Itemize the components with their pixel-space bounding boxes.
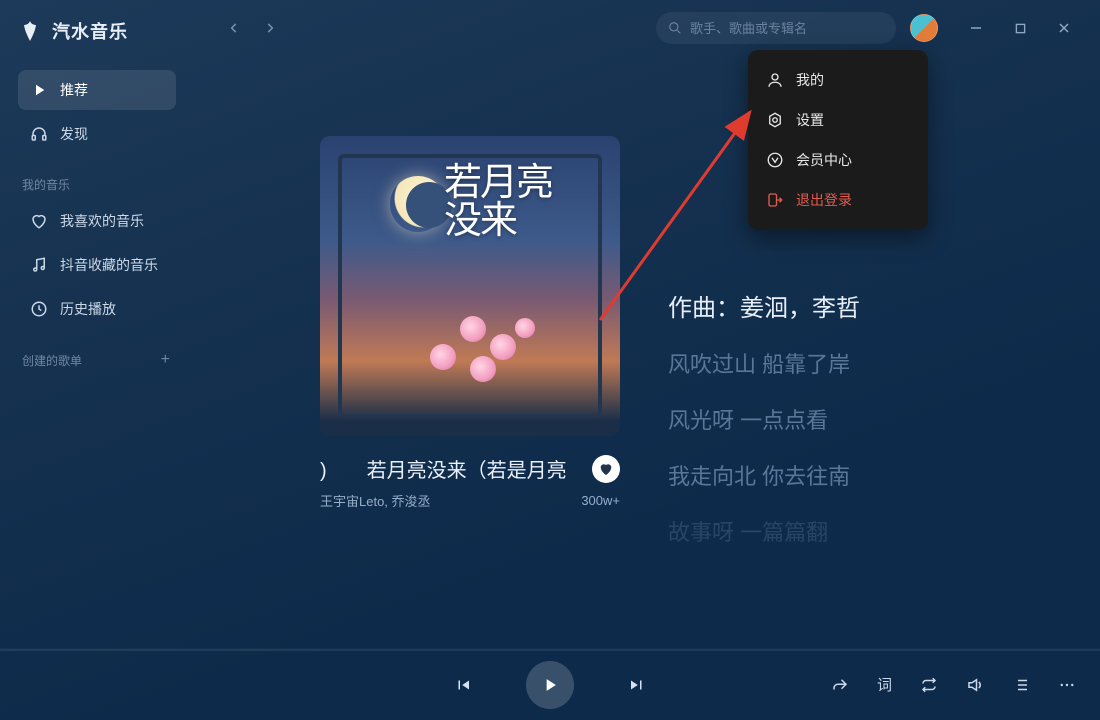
sidebar-item-label: 发现 — [60, 124, 88, 144]
lyric-line: 风吹过山 船靠了岸 — [668, 347, 1060, 379]
nav-back-button[interactable] — [220, 14, 248, 42]
gear-icon — [766, 111, 784, 129]
minimize-icon — [970, 22, 982, 34]
play-button[interactable] — [526, 661, 574, 709]
next-button[interactable] — [628, 676, 646, 694]
list-icon — [1012, 676, 1030, 694]
sidebar-section-playlists: 创建的歌单 + — [22, 351, 176, 369]
user-menu: 我的 设置 会员中心 退出登录 — [748, 50, 928, 230]
cover-title: 若月亮没来 — [444, 164, 574, 240]
menu-item-logout[interactable]: 退出登录 — [748, 180, 928, 220]
volume-icon — [966, 676, 984, 694]
create-playlist-button[interactable]: + — [161, 351, 170, 369]
music-note-icon — [30, 256, 48, 274]
volume-button[interactable] — [966, 676, 984, 694]
loop-button[interactable] — [920, 676, 938, 694]
vip-icon — [766, 151, 784, 169]
lyrics-toggle-button[interactable]: 词 — [877, 674, 892, 695]
search-input[interactable] — [690, 21, 884, 36]
sidebar: 汽水音乐 推荐 发现 我的音乐 我喜欢的音乐 抖音收藏的音乐 历史播放 创建的歌… — [0, 0, 190, 648]
menu-item-label: 退出登录 — [796, 190, 852, 210]
menu-item-vip[interactable]: 会员中心 — [748, 140, 928, 180]
player-bar: 词 — [0, 648, 1100, 720]
play-icon — [540, 675, 560, 695]
sidebar-item-recommend[interactable]: 推荐 — [18, 70, 176, 110]
menu-item-label: 我的 — [796, 70, 824, 90]
track-title: ) 若月亮没来（若是月亮 — [320, 454, 567, 483]
headphones-icon — [30, 125, 48, 143]
more-button[interactable] — [1058, 676, 1076, 694]
playlist-button[interactable] — [1012, 676, 1030, 694]
window-close-button[interactable] — [1044, 14, 1084, 42]
menu-item-label: 设置 — [796, 110, 824, 130]
lyric-line: 风光呀 一点点看 — [668, 403, 1060, 435]
sidebar-item-label: 我喜欢的音乐 — [60, 211, 144, 231]
logout-icon — [766, 191, 784, 209]
track-like-count: 300w+ — [581, 493, 620, 508]
sidebar-item-liked[interactable]: 我喜欢的音乐 — [18, 201, 176, 241]
heart-filled-icon — [598, 461, 614, 477]
window-maximize-button[interactable] — [1000, 14, 1040, 42]
skip-previous-icon — [454, 676, 472, 694]
history-icon — [30, 300, 48, 318]
chevron-right-icon — [263, 21, 277, 35]
track-artist[interactable]: 王宇宙Leto, 乔浚丞 — [320, 491, 431, 510]
menu-item-mine[interactable]: 我的 — [748, 60, 928, 100]
menu-item-settings[interactable]: 设置 — [748, 100, 928, 140]
user-avatar[interactable] — [910, 14, 938, 42]
loop-icon — [920, 676, 938, 694]
heart-icon — [30, 212, 48, 230]
menu-item-label: 会员中心 — [796, 150, 852, 170]
top-bar — [0, 0, 1100, 56]
sidebar-item-douyin[interactable]: 抖音收藏的音乐 — [18, 245, 176, 285]
chevron-left-icon — [227, 21, 241, 35]
close-icon — [1058, 22, 1070, 34]
sidebar-item-history[interactable]: 历史播放 — [18, 289, 176, 329]
album-cover[interactable]: 若月亮没来 — [320, 136, 620, 436]
search-box[interactable] — [656, 12, 896, 44]
search-icon — [668, 21, 682, 35]
share-button[interactable] — [831, 676, 849, 694]
lyric-line: 我走向北 你去往南 — [668, 459, 1060, 491]
sidebar-section-my-music: 我的音乐 — [22, 176, 176, 193]
share-icon — [831, 676, 849, 694]
maximize-icon — [1015, 23, 1026, 34]
window-minimize-button[interactable] — [956, 14, 996, 42]
sidebar-item-label: 推荐 — [60, 80, 88, 100]
main-content: 若月亮没来 ) 若月亮没来（若是月亮 王宇宙Leto, 乔浚丞 300w+ — [190, 56, 1100, 648]
previous-button[interactable] — [454, 676, 472, 694]
user-icon — [766, 71, 784, 89]
sidebar-item-label: 抖音收藏的音乐 — [60, 255, 158, 275]
sidebar-item-label: 历史播放 — [60, 299, 116, 319]
skip-next-icon — [628, 676, 646, 694]
lyric-line: 故事呀 一篇篇翻 — [668, 515, 1060, 547]
nav-forward-button[interactable] — [256, 14, 284, 42]
lyric-line: 作曲：姜洄，李哲 — [668, 288, 1060, 323]
like-button[interactable] — [592, 455, 620, 483]
play-icon — [30, 81, 48, 99]
sidebar-item-discover[interactable]: 发现 — [18, 114, 176, 154]
more-icon — [1058, 676, 1076, 694]
